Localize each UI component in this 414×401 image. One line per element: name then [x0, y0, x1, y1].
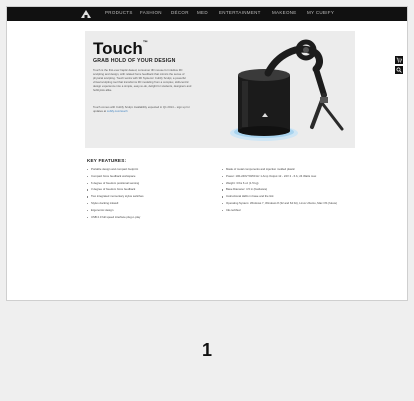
list-item: Weight: 3 lbs 6 oz (1.5 kg)	[222, 181, 342, 185]
signup-link[interactable]: cubify.com/touch	[107, 109, 128, 113]
hero-availability: Touch comes with Cubify Sculpt. Availabi…	[93, 105, 193, 113]
key-features-heading: KEY FEATURES:	[87, 158, 127, 163]
hero-banner: Touch™ GRAB HOLD OF YOUR DESIGN Touch is…	[85, 31, 355, 148]
list-item: Operating System: Windows 7, Windows 8 (…	[222, 201, 342, 205]
list-item: 3 degree of freedom force feedback	[87, 187, 217, 191]
list-item: Power: 100-240V 50/60 Hz 1 Amp Output 12…	[222, 174, 342, 178]
trademark-symbol: ™	[142, 40, 148, 46]
list-item: CE certified	[222, 208, 342, 212]
list-item: 6 degree of freedom positional sensing	[87, 181, 217, 185]
list-item: Portable design and compact footprint	[87, 167, 217, 171]
list-item: Stylus docking inkwell	[87, 201, 217, 205]
list-item: USB 2.0 full speed interface plug-n-play	[87, 215, 217, 219]
features-list-right: Made of metal components and injection m…	[222, 167, 342, 216]
cubify-logo-icon[interactable]	[80, 9, 92, 19]
nav-item-med[interactable]: MED	[197, 10, 208, 15]
features-list-left: Portable design and compact footprint Co…	[87, 167, 217, 222]
nav-item-makeone[interactable]: MAKEONE	[272, 10, 297, 15]
list-item: Instructional LEDs in base and the link	[222, 194, 342, 198]
list-item: Compact force feedback workspace	[87, 174, 217, 178]
cart-icon[interactable]	[395, 56, 403, 64]
top-navigation-bar: PRODUCTS FASHION DÉCOR MED ENTERTAINMENT…	[7, 7, 407, 21]
haptic-device-image	[230, 39, 344, 141]
nav-item-entertainment[interactable]: ENTERTAINMENT	[219, 10, 261, 15]
nav-item-decor[interactable]: DÉCOR	[171, 10, 189, 15]
page-number: 1	[201, 340, 212, 360]
list-item: Made of metal components and injection m…	[222, 167, 342, 171]
list-item: Ergonomic design	[87, 208, 217, 212]
nav-item-products[interactable]: PRODUCTS	[105, 10, 133, 15]
hero-subtitle: GRAB HOLD OF YOUR DESIGN	[93, 58, 176, 64]
nav-item-my-cubify[interactable]: MY CUBIFY	[307, 10, 334, 15]
side-icon-bar	[395, 56, 403, 76]
hero-description: Touch is the first-ever haptic-based, co…	[93, 68, 192, 92]
hero-title: Touch™	[93, 39, 148, 59]
search-icon[interactable]	[395, 66, 403, 74]
hero-title-text: Touch	[93, 39, 143, 58]
list-item: Two integrated momentary stylus switches	[87, 194, 217, 198]
nav-item-fashion[interactable]: FASHION	[140, 10, 162, 15]
list-item: Base Diameter: 4.5 in (hardware)	[222, 187, 342, 191]
screenshot-frame: PRODUCTS FASHION DÉCOR MED ENTERTAINMENT…	[6, 6, 408, 301]
